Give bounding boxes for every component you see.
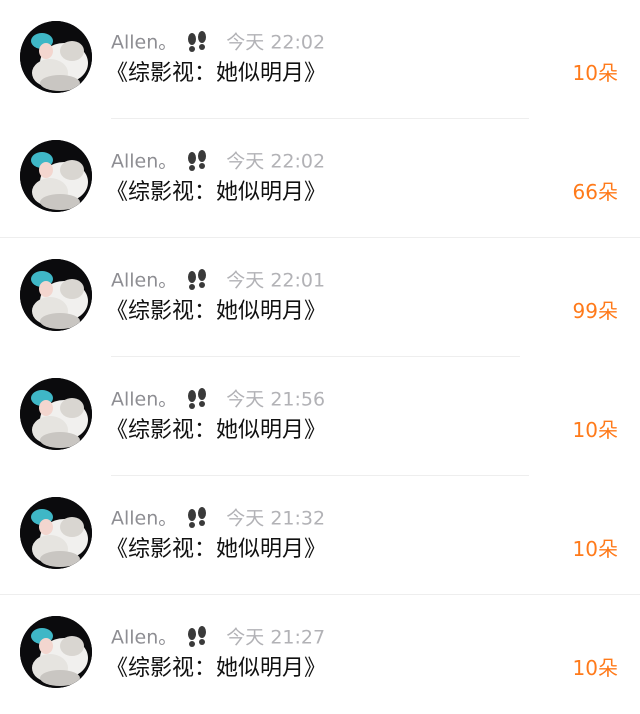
sender-meta: Allen。 今天 22:02 xyxy=(111,148,325,174)
username[interactable]: Allen。 xyxy=(111,627,177,649)
footprints-icon xyxy=(184,387,210,413)
timestamp: 今天 21:32 xyxy=(226,507,326,530)
footprints-icon xyxy=(184,149,210,175)
sender-meta: Allen。 今天 22:02 xyxy=(111,29,325,55)
footprints-icon xyxy=(184,268,210,294)
book-title: 《综影视：她似明月》 xyxy=(106,299,327,324)
list-item[interactable]: Allen。 今天 22:02 《综影视：她似明月》 66朵 xyxy=(0,119,640,238)
username[interactable]: Allen。 xyxy=(111,32,177,54)
footprints-icon xyxy=(184,625,210,651)
list-item[interactable]: Allen。 今天 21:27 《综影视：她似明月》 10朵 xyxy=(0,595,640,714)
book-title: 《综影视：她似明月》 xyxy=(106,180,327,205)
avatar[interactable] xyxy=(20,140,92,212)
avatar[interactable] xyxy=(20,616,92,688)
avatar[interactable] xyxy=(20,259,92,331)
list-item[interactable]: Allen。 今天 22:01 《综影视：她似明月》 99朵 xyxy=(0,238,640,357)
username[interactable]: Allen。 xyxy=(111,151,177,173)
timestamp: 今天 21:56 xyxy=(226,388,326,411)
sender-meta: Allen。 今天 21:56 xyxy=(111,386,325,412)
gift-record-list: Allen。 今天 22:02 《综影视：她似明月》 10朵 Allen。 今天 2… xyxy=(0,0,640,707)
username[interactable]: Allen。 xyxy=(111,389,177,411)
username[interactable]: Allen。 xyxy=(111,508,177,530)
list-item[interactable]: Allen。 今天 22:02 《综影视：她似明月》 10朵 xyxy=(0,0,640,119)
footprints-icon xyxy=(184,30,210,56)
sender-meta: Allen。 今天 21:27 xyxy=(111,624,325,650)
avatar[interactable] xyxy=(20,378,92,450)
timestamp: 今天 22:02 xyxy=(226,150,326,173)
flower-count: 99朵 xyxy=(572,299,618,323)
avatar[interactable] xyxy=(20,21,92,93)
timestamp: 今天 22:02 xyxy=(226,31,326,54)
footprints-icon xyxy=(184,506,210,532)
username[interactable]: Allen。 xyxy=(111,270,177,292)
book-title: 《综影视：她似明月》 xyxy=(106,418,327,443)
list-item[interactable]: Allen。 今天 21:56 《综影视：她似明月》 10朵 xyxy=(0,357,640,476)
timestamp: 今天 21:27 xyxy=(226,626,326,649)
flower-count: 10朵 xyxy=(572,418,618,442)
book-title: 《综影视：她似明月》 xyxy=(106,61,327,86)
flower-count: 10朵 xyxy=(572,537,618,561)
sender-meta: Allen。 今天 22:01 xyxy=(111,267,325,293)
flower-count: 66朵 xyxy=(572,180,618,204)
avatar[interactable] xyxy=(20,497,92,569)
flower-count: 10朵 xyxy=(572,61,618,85)
flower-count: 10朵 xyxy=(572,656,618,680)
book-title: 《综影视：她似明月》 xyxy=(106,537,327,562)
list-item[interactable]: Allen。 今天 21:32 《综影视：她似明月》 10朵 xyxy=(0,476,640,595)
sender-meta: Allen。 今天 21:32 xyxy=(111,505,325,531)
book-title: 《综影视：她似明月》 xyxy=(106,656,327,681)
timestamp: 今天 22:01 xyxy=(226,269,326,292)
